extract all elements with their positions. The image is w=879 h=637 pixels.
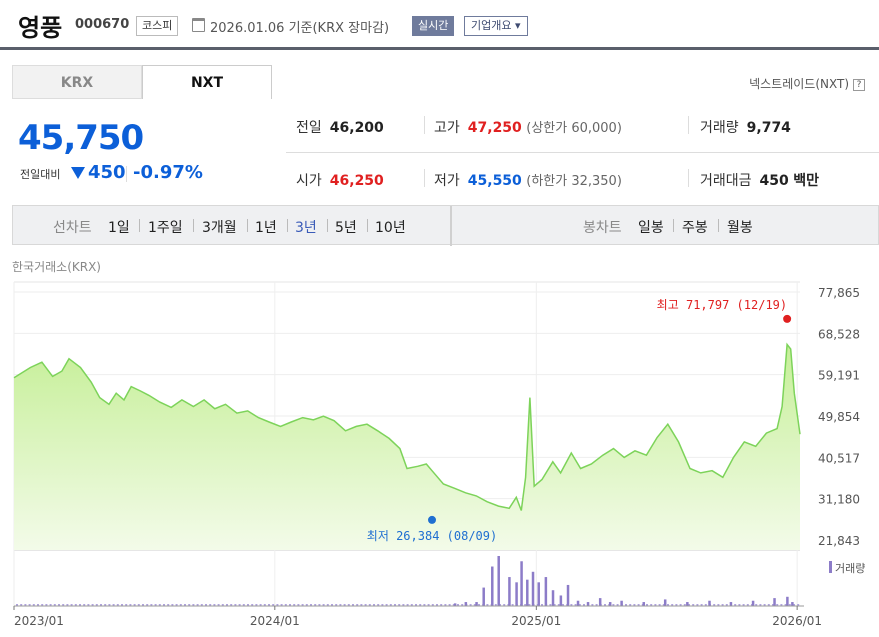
volume-bar bbox=[791, 602, 794, 606]
min-marker bbox=[428, 515, 437, 524]
volume-bar bbox=[663, 599, 667, 606]
x-tick-label: 2026/01 bbox=[772, 614, 822, 628]
volume-bar bbox=[586, 602, 590, 606]
max-label: 최고 71,797 (12/19) bbox=[657, 298, 787, 312]
volume-bar bbox=[620, 600, 623, 606]
volume-bar bbox=[537, 582, 540, 606]
volume-bar bbox=[464, 602, 468, 606]
price-area bbox=[14, 344, 800, 550]
y-tick-label: 31,180 bbox=[818, 493, 860, 507]
volume-bar bbox=[491, 566, 494, 606]
volume-bar bbox=[551, 590, 555, 606]
volume-bar bbox=[751, 600, 755, 606]
volume-bar bbox=[708, 600, 711, 606]
price-chart: 77,865 68,528 59,191 49,854 40,517 31,180 21,8… bbox=[13, 281, 865, 628]
volume-bar bbox=[786, 596, 789, 606]
volume-bar bbox=[598, 598, 602, 606]
volume-bar bbox=[482, 587, 485, 606]
volume-bar bbox=[566, 584, 570, 606]
volume-bar bbox=[559, 595, 563, 606]
volume-bar bbox=[576, 600, 580, 606]
volume-bar bbox=[515, 582, 518, 606]
y-tick-label: 68,528 bbox=[818, 327, 860, 341]
volume-bar bbox=[686, 602, 689, 606]
volume-bar bbox=[497, 556, 500, 606]
volume-bar bbox=[608, 602, 612, 606]
y-tick-label: 49,854 bbox=[818, 410, 860, 424]
x-tick-label: 2024/01 bbox=[250, 614, 300, 628]
volume-legend-swatch bbox=[829, 561, 832, 573]
volume-legend-label: 거래량 bbox=[835, 562, 865, 575]
volume-bar bbox=[475, 602, 478, 606]
min-label: 최저 26,384 (08/09) bbox=[367, 529, 497, 543]
x-tick-label: 2025/01 bbox=[511, 614, 561, 628]
y-tick-label: 59,191 bbox=[818, 369, 860, 383]
max-marker bbox=[783, 314, 792, 323]
y-tick-label: 77,865 bbox=[818, 286, 860, 300]
y-tick-label: 21,843 bbox=[818, 534, 860, 548]
volume-bar bbox=[773, 598, 776, 606]
volume-bar bbox=[526, 579, 529, 606]
volume-bar bbox=[520, 561, 523, 606]
y-tick-label: 40,517 bbox=[818, 451, 860, 465]
volume-bar bbox=[531, 571, 535, 606]
volume-bar bbox=[729, 602, 733, 606]
volume-bar bbox=[544, 577, 548, 606]
volume-bar bbox=[642, 602, 646, 606]
x-tick-label: 2023/01 bbox=[14, 614, 64, 628]
volume-bar bbox=[508, 577, 511, 606]
